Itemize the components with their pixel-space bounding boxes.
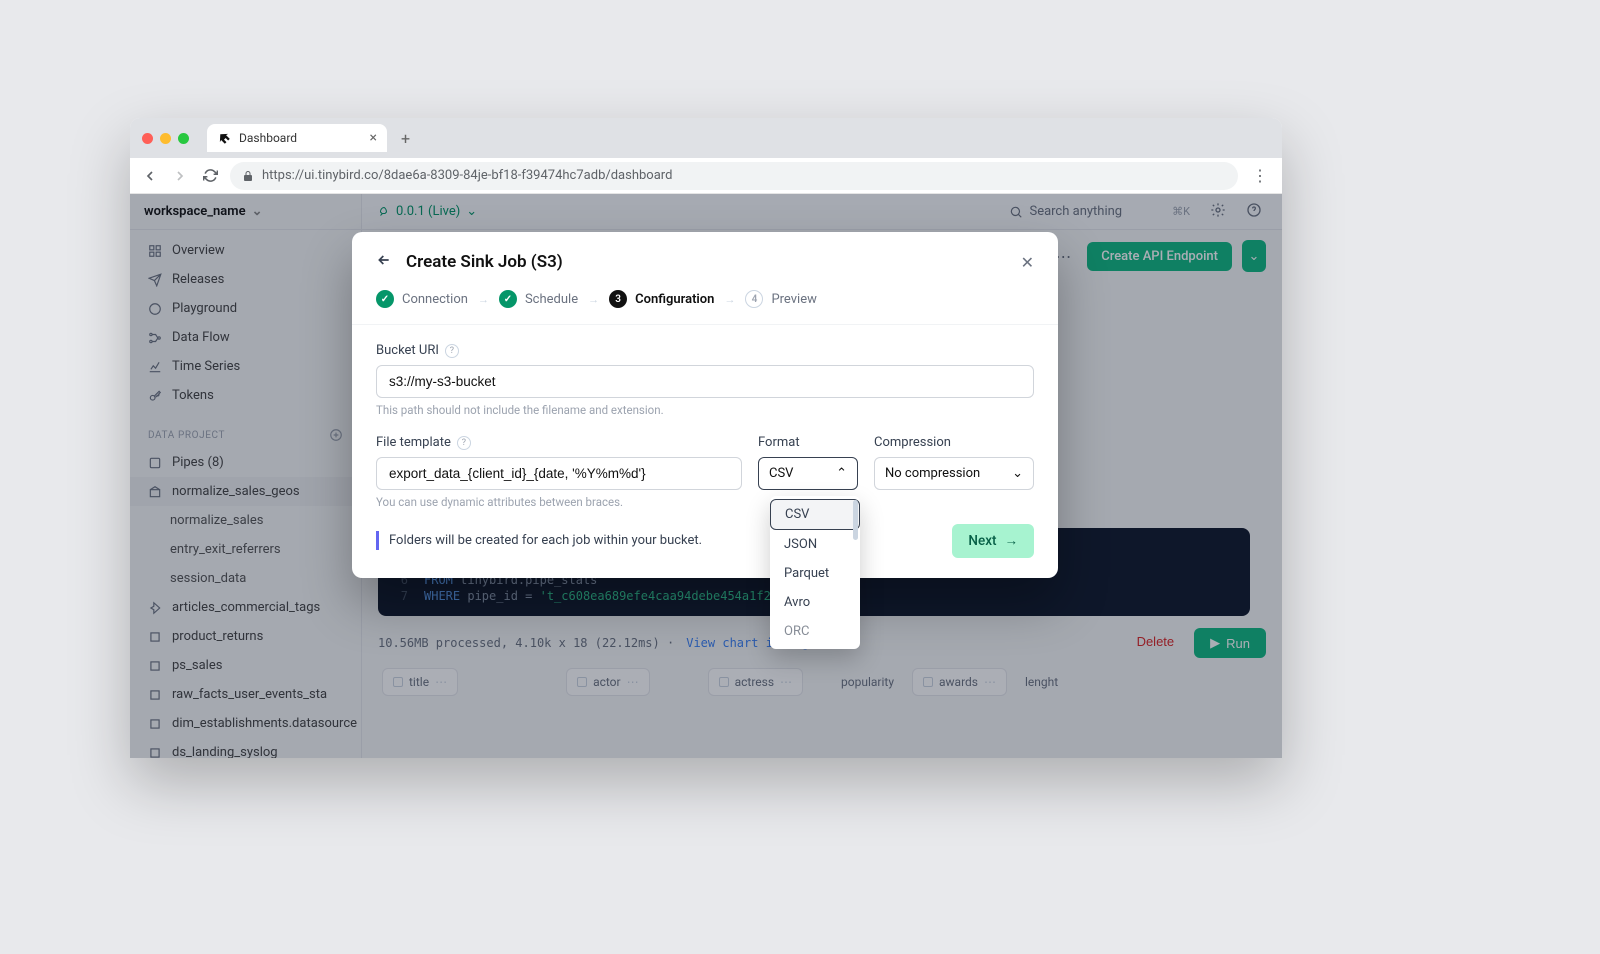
address-bar[interactable]: https://ui.tinybird.co/8dae6a-8309-84je-… xyxy=(230,162,1238,190)
step-configuration[interactable]: 3Configuration xyxy=(609,290,714,308)
compression-label: Compression xyxy=(874,435,1034,450)
bucket-uri-input[interactable] xyxy=(376,365,1034,398)
tab-close-icon[interactable]: × xyxy=(370,130,377,146)
compression-select[interactable]: No compression⌄ xyxy=(874,457,1034,490)
format-label: Format xyxy=(758,435,858,450)
modal-title: Create Sink Job (S3) xyxy=(406,252,563,272)
step-preview[interactable]: 4Preview xyxy=(745,290,816,308)
reload-button[interactable] xyxy=(200,166,220,186)
file-template-label: File template? xyxy=(376,435,742,450)
help-icon[interactable]: ? xyxy=(445,344,459,358)
help-icon[interactable]: ? xyxy=(457,436,471,450)
browser-chrome: Dashboard × + xyxy=(130,118,1282,158)
new-tab-button[interactable]: + xyxy=(393,125,418,152)
close-window[interactable] xyxy=(142,133,153,144)
format-option-avro[interactable]: Avro xyxy=(770,588,860,617)
dropdown-scrollbar[interactable] xyxy=(853,500,858,540)
modal-close-button[interactable]: ✕ xyxy=(1021,253,1034,272)
arrow-icon: → xyxy=(724,293,735,306)
tab-favicon xyxy=(217,131,231,145)
format-select[interactable]: CSV⌃ xyxy=(758,457,858,490)
wizard-steps: ✓Connection → ✓Schedule → 3Configuration… xyxy=(352,276,1058,325)
maximize-window[interactable] xyxy=(178,133,189,144)
browser-menu[interactable]: ⋮ xyxy=(1248,166,1272,185)
format-option-parquet[interactable]: Parquet xyxy=(770,559,860,588)
lock-icon xyxy=(242,170,254,182)
bucket-uri-label: Bucket URI? xyxy=(376,343,1034,358)
window-controls xyxy=(142,133,189,144)
next-button[interactable]: Next→ xyxy=(952,524,1034,558)
format-option-csv[interactable]: CSV xyxy=(770,499,860,530)
back-button[interactable] xyxy=(140,166,160,186)
step-connection[interactable]: ✓Connection xyxy=(376,290,468,308)
file-template-hint: You can use dynamic attributes between b… xyxy=(376,495,742,509)
arrow-icon: → xyxy=(478,293,489,306)
format-option-orc[interactable]: ORC xyxy=(770,617,860,646)
arrow-right-icon: → xyxy=(1005,533,1019,549)
step-schedule[interactable]: ✓Schedule xyxy=(499,290,578,308)
chevron-down-icon: ⌄ xyxy=(1012,466,1023,481)
browser-toolbar: https://ui.tinybird.co/8dae6a-8309-84je-… xyxy=(130,158,1282,194)
forward-button[interactable] xyxy=(170,166,190,186)
chevron-up-icon: ⌃ xyxy=(836,466,847,481)
arrow-icon: → xyxy=(588,293,599,306)
modal-back-button[interactable] xyxy=(376,252,392,272)
file-template-input[interactable] xyxy=(376,457,742,490)
minimize-window[interactable] xyxy=(160,133,171,144)
browser-tab[interactable]: Dashboard × xyxy=(207,124,387,152)
format-option-json[interactable]: JSON xyxy=(770,530,860,559)
create-sink-modal: Create Sink Job (S3) ✕ ✓Connection → ✓Sc… xyxy=(352,232,1058,578)
url-text: https://ui.tinybird.co/8dae6a-8309-84je-… xyxy=(262,168,672,183)
info-note: Folders will be created for each job wit… xyxy=(376,531,1034,550)
tab-title: Dashboard xyxy=(239,131,297,145)
format-dropdown: CSV JSON Parquet Avro ORC xyxy=(770,496,860,649)
bucket-uri-hint: This path should not include the filenam… xyxy=(376,403,1034,417)
